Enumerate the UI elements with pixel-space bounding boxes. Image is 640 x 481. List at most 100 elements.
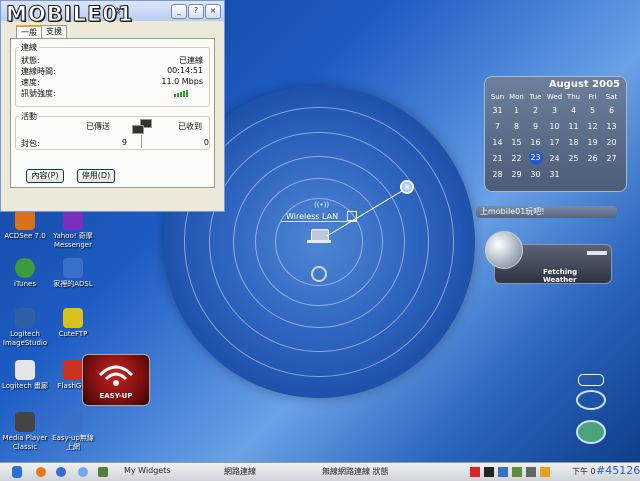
desktop-icon-easy-up[interactable]: Easy-up無線 上網 — [48, 412, 98, 452]
calendar-day[interactable]: 9 — [526, 118, 545, 134]
network-computer-icon — [63, 412, 83, 432]
taskbar-item-my-widgets[interactable]: My Widgets — [124, 466, 171, 475]
desktop-icon-yahoo-messenger[interactable]: Yahoo! 奇摩 Messenger — [48, 210, 98, 250]
calendar-day[interactable]: 21 — [488, 150, 507, 166]
calendar-day[interactable]: 1 — [507, 102, 526, 118]
wireless-status-dialog: 察 _ ? × 一般 支援 連線 狀態: 已連線 連線時間: 00:14:51 … — [0, 0, 225, 212]
packets-sent-value: 9 — [121, 138, 127, 147]
calendar-day[interactable]: 10 — [545, 118, 564, 134]
calendar-day[interactable]: 2 — [526, 102, 545, 118]
calendar-day[interactable]: 6 — [602, 102, 621, 118]
close-button[interactable]: × — [205, 4, 221, 19]
minimize-button[interactable]: _ — [171, 4, 187, 19]
calendar-day[interactable]: 15 — [507, 134, 526, 150]
network-computer-icon — [63, 258, 83, 278]
tray-icon[interactable] — [526, 467, 536, 477]
calendar-day[interactable]: 28 — [488, 166, 507, 182]
media-player-icon — [15, 412, 35, 432]
calendar-day[interactable]: 26 — [583, 150, 602, 166]
calendar-day[interactable]: 29 — [507, 166, 526, 182]
tab-support[interactable]: 支援 — [41, 25, 67, 38]
desktop-icon-logitech-gallery[interactable]: Logitech 畫廊 — [0, 360, 50, 391]
desktop-icon-adsl[interactable]: 家裡的ADSL — [48, 258, 98, 289]
calendar-day[interactable]: 16 — [526, 134, 545, 150]
cuteftp-icon — [63, 308, 83, 328]
weekday-header: Tue — [529, 93, 542, 101]
calendar-day[interactable]: 22 — [507, 150, 526, 166]
tray-icon[interactable] — [512, 467, 522, 477]
speed-label: 速度: — [21, 78, 40, 87]
calendar-day — [602, 166, 621, 182]
calendar-day[interactable]: 12 — [583, 118, 602, 134]
watermark-logo: MOBILE01 — [6, 2, 134, 27]
easy-up-widget[interactable]: EASY-UP — [82, 354, 150, 406]
calendar-day[interactable]: 19 — [583, 134, 602, 150]
book-icon — [15, 360, 35, 380]
signal-strength-label: 訊號強度: — [21, 89, 56, 98]
calendar-day[interactable]: 11 — [564, 118, 583, 134]
calendar-day[interactable]: 5 — [583, 102, 602, 118]
tray-icon[interactable] — [540, 467, 550, 477]
signal-widget-toolbar-icon[interactable] — [578, 374, 604, 386]
calendar-day[interactable]: 4 — [564, 102, 583, 118]
calendar-day[interactable]: 31 — [488, 102, 507, 118]
taskbar-item-wireless-status[interactable]: 無線網路連線 狀態 — [322, 466, 389, 477]
desktop-icon-logitech-imagestudio[interactable]: Logitech ImageStudio — [0, 308, 50, 348]
firefox-icon[interactable] — [36, 467, 46, 477]
desktop-icon-acdsee[interactable]: ACDSee 7.0 — [0, 210, 50, 241]
news-ticker[interactable]: 上mobile01玩吧! — [476, 206, 617, 218]
weekday-header: Sat — [605, 93, 618, 101]
tab-panel: 連線 狀態: 已連線 連線時間: 00:14:51 速度: 11.0 Mbps … — [10, 38, 215, 188]
wifi-icon — [98, 365, 134, 386]
start-icon[interactable] — [12, 466, 22, 478]
activity-divider — [141, 135, 142, 148]
desktop-icon-media-player-classic[interactable]: Media Player Classic — [0, 412, 50, 452]
calendar-day[interactable]: 24 — [545, 150, 564, 166]
easy-up-label: EASY-UP — [99, 392, 133, 400]
desktop-icon-label: Media Player Classic — [2, 434, 48, 451]
quicklaunch-icon[interactable] — [78, 467, 88, 477]
disable-button[interactable]: 停用(D) — [77, 169, 115, 183]
desktop-icon-itunes[interactable]: iTunes — [0, 258, 50, 289]
packets-received-value: 0 — [203, 138, 209, 147]
duration-value: 00:14:51 — [167, 66, 203, 75]
signal-base-icon[interactable] — [576, 420, 606, 444]
taskbar-item-network-connections[interactable]: 網路連線 — [224, 466, 256, 477]
tab-general[interactable]: 一般 — [16, 25, 42, 39]
acdsee-icon — [15, 210, 35, 230]
tray-icon[interactable] — [484, 467, 494, 477]
calendar-day[interactable]: 7 — [488, 118, 507, 134]
calendar-day[interactable]: 20 — [602, 134, 621, 150]
weather-widget[interactable]: Fetching Weather — [485, 231, 612, 284]
desktop-icon-label: Yahoo! 奇摩 Messenger — [53, 232, 93, 249]
calendar-day[interactable]: 25 — [564, 150, 583, 166]
tray-icon[interactable] — [498, 467, 508, 477]
speed-value: 11.0 Mbps — [161, 77, 203, 86]
signal-bars-icon — [174, 87, 189, 97]
calendar-day[interactable]: 8 — [507, 118, 526, 134]
refresh-icon[interactable] — [311, 266, 327, 282]
quicklaunch-icon[interactable] — [98, 467, 108, 477]
weekday-header: Mon — [509, 93, 524, 101]
calendar-day[interactable]: 18 — [564, 134, 583, 150]
calendar-day[interactable]: 30 — [526, 166, 545, 182]
quicklaunch-icon[interactable] — [56, 467, 66, 477]
clock[interactable]: 下午 0 — [572, 466, 596, 477]
calendar-day[interactable]: 31 — [545, 166, 564, 182]
weather-options-icon[interactable] — [587, 251, 607, 255]
yahoo-messenger-icon — [63, 210, 83, 230]
calendar-day[interactable]: 17 — [545, 134, 564, 150]
desktop-icon-label: ACDSee 7.0 — [4, 232, 46, 240]
desktop-icon-cuteftp[interactable]: CuteFTP — [48, 308, 98, 339]
status-value: 已連線 — [179, 56, 203, 65]
calendar-day[interactable]: 13 — [602, 118, 621, 134]
calendar-day[interactable]: 3 — [545, 102, 564, 118]
properties-button[interactable]: 內容(P) — [26, 169, 64, 183]
calendar-day[interactable]: 14 — [488, 134, 507, 150]
status-label: 狀態: — [21, 56, 40, 65]
calendar-day-today[interactable]: 23 — [526, 150, 545, 166]
help-button[interactable]: ? — [188, 4, 204, 19]
access-point-node[interactable] — [400, 180, 414, 194]
calendar-day[interactable]: 27 — [602, 150, 621, 166]
tray-icon[interactable] — [470, 467, 480, 477]
